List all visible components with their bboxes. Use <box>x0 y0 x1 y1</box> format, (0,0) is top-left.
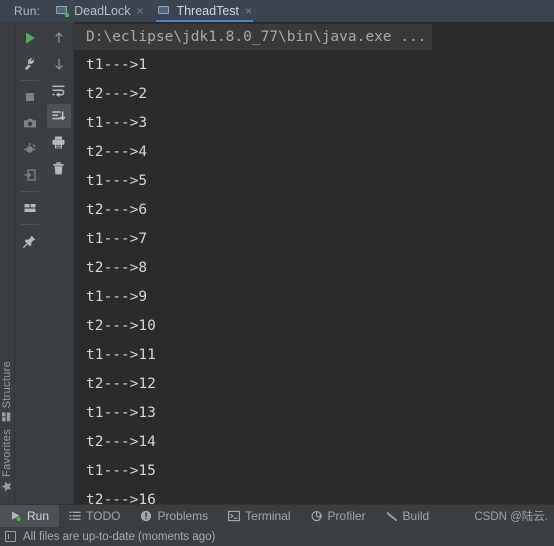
edit-configuration-button[interactable] <box>18 52 42 76</box>
status-message: All files are up-to-date (moments ago) <box>23 530 216 543</box>
console-line: t2--->4 <box>86 144 148 160</box>
dump-threads-button[interactable] <box>18 111 42 135</box>
close-icon[interactable]: × <box>136 5 143 17</box>
toolbar-separator <box>20 191 39 192</box>
camera-icon <box>23 116 37 130</box>
sidebar-item-favorites[interactable]: Favorites <box>1 425 13 496</box>
build-hammer-icon <box>386 510 398 522</box>
stop-icon <box>23 90 37 104</box>
console-line: t2--->14 <box>86 434 156 450</box>
sidebar-item-label: Structure <box>1 360 13 409</box>
layout-button[interactable] <box>18 196 42 220</box>
export-button[interactable] <box>18 163 42 187</box>
console-line: t1--->15 <box>86 463 156 479</box>
play-icon <box>23 31 37 45</box>
tab-label: Build <box>402 509 430 523</box>
run-config-tab-label: DeadLock <box>74 4 131 18</box>
clear-all-button[interactable] <box>47 156 71 180</box>
file-sync-icon <box>5 531 16 542</box>
print-button[interactable] <box>47 130 71 154</box>
layout-icon <box>23 201 37 215</box>
run-config-tab-label: ThreadTest <box>176 4 239 18</box>
down-button[interactable] <box>47 52 71 76</box>
tab-label: Problems <box>157 509 209 523</box>
console-line: t2--->16 <box>86 492 156 504</box>
arrow-down-icon <box>52 57 66 71</box>
up-button[interactable] <box>47 26 71 50</box>
export-icon <box>23 168 37 182</box>
run-config-icon <box>56 5 70 17</box>
console-line: t1--->11 <box>86 347 156 363</box>
stop-button[interactable] <box>18 85 42 109</box>
tab-todo[interactable]: TODO <box>59 505 130 527</box>
restore-layout-button[interactable] <box>18 137 42 161</box>
console-line: t1--->9 <box>86 289 148 305</box>
run-config-tab-threadtest[interactable]: ThreadTest × <box>150 0 259 22</box>
tab-profiler[interactable]: Profiler <box>301 505 376 527</box>
console-command-line: D:\eclipse\jdk1.8.0_77\bin\java.exe ... <box>74 24 433 50</box>
console-line: t1--->3 <box>86 115 148 131</box>
run-config-tab-deadlock[interactable]: DeadLock × <box>48 0 150 22</box>
sidebar-item-structure[interactable]: Structure <box>1 357 13 425</box>
console-line: t1--->1 <box>86 57 148 73</box>
play-run-icon <box>10 510 22 522</box>
terminal-icon <box>228 510 241 522</box>
console-line: t2--->10 <box>86 318 156 334</box>
run-window-body: Structure Favorites D:\eclipse\jdk1.8.0_… <box>0 22 554 504</box>
close-icon[interactable]: × <box>245 5 252 17</box>
trash-icon <box>51 161 66 176</box>
soft-wrap-button[interactable] <box>47 78 71 102</box>
ide-run-tool-window: Run: DeadLock × ThreadTest × Structure F… <box>0 0 554 546</box>
tab-terminal[interactable]: Terminal <box>218 505 300 527</box>
pin-icon <box>22 234 37 249</box>
rerun-button[interactable] <box>18 26 42 50</box>
tab-problems[interactable]: Problems <box>130 505 218 527</box>
tab-label: TODO <box>86 509 121 523</box>
wrench-icon <box>23 57 37 71</box>
tab-label: Profiler <box>327 509 366 523</box>
debug-icon <box>23 142 37 156</box>
status-bar: All files are up-to-date (moments ago) <box>0 527 554 546</box>
console-line: t2--->6 <box>86 202 148 218</box>
tab-run[interactable]: Run <box>0 505 60 527</box>
sidebar-item-label: Favorites <box>1 429 13 477</box>
console-line: t2--->2 <box>86 86 148 102</box>
left-tool-rail: Structure Favorites <box>0 22 15 504</box>
watermark: CSDN @陆云. <box>474 511 548 523</box>
problems-icon <box>140 510 152 522</box>
tool-window-bar: Run TODO Problems Terminal Profiler Buil… <box>0 504 554 527</box>
console-line: t1--->13 <box>86 405 156 421</box>
structure-icon <box>2 412 12 422</box>
toolbar-separator <box>20 224 39 225</box>
console-line: t1--->7 <box>86 231 148 247</box>
soft-wrap-icon <box>51 83 66 98</box>
console-line: t2--->12 <box>86 376 156 392</box>
tab-build[interactable]: Build <box>376 505 440 527</box>
scroll-to-end-icon <box>51 109 66 124</box>
console-line: t2--->8 <box>86 260 148 276</box>
console-output[interactable]: D:\eclipse\jdk1.8.0_77\bin\java.exe ... … <box>74 22 554 504</box>
console-line: t1--->5 <box>86 173 148 189</box>
arrow-up-icon <box>52 31 66 45</box>
run-toolbar-primary <box>15 22 44 504</box>
run-config-icon <box>158 5 171 17</box>
pin-tab-button[interactable] <box>18 229 42 253</box>
todo-list-icon <box>69 510 81 522</box>
toolbar-separator <box>20 80 39 81</box>
run-toolbar-secondary <box>44 22 74 504</box>
print-icon <box>51 135 66 150</box>
run-tab-header: Run: DeadLock × ThreadTest × <box>0 0 554 22</box>
tab-label: Terminal <box>245 509 291 523</box>
star-icon <box>2 481 13 492</box>
console-command-line-row: D:\eclipse\jdk1.8.0_77\bin\java.exe ... <box>74 22 554 51</box>
profiler-icon <box>311 510 323 522</box>
run-label: Run: <box>14 4 41 18</box>
tab-label: Run <box>27 509 50 523</box>
scroll-to-end-button[interactable] <box>46 104 71 128</box>
